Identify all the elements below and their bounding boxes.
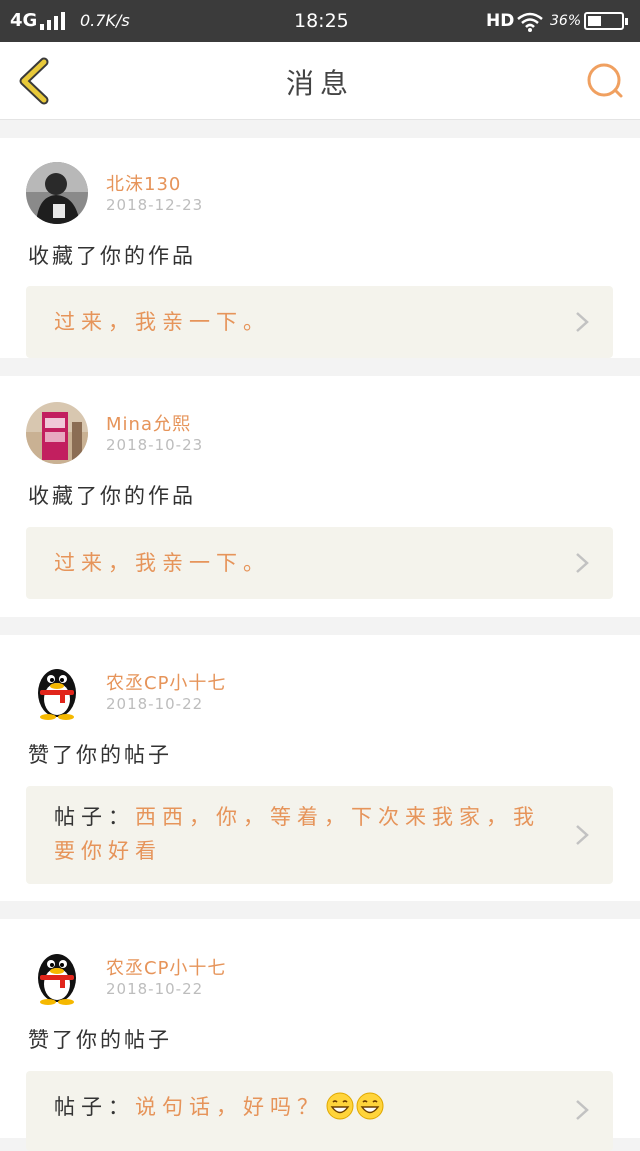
timestamp: 2018-10-22 <box>106 695 204 713</box>
message-card: Mina允熙 2018-10-23 收藏了你的作品 过来，我亲一下。 <box>0 376 640 617</box>
avatar[interactable] <box>26 402 88 464</box>
avatar[interactable] <box>26 162 88 224</box>
action-text: 收藏了你的作品 <box>28 484 196 508</box>
timestamp: 2018-10-22 <box>106 980 204 998</box>
chevron-right-icon <box>576 825 589 845</box>
quoted-content[interactable]: 过来，我亲一下。 <box>26 527 613 599</box>
signal-icon <box>40 12 68 30</box>
quote-text: 过来，我亲一下。 <box>54 551 270 575</box>
username[interactable]: 农丞CP小十七 <box>106 954 226 980</box>
carrier-label: 4G <box>10 10 38 31</box>
nav-bar: 消息 <box>0 42 640 120</box>
charging-icon: ⚡ <box>600 13 610 29</box>
battery-percent: 36% <box>550 13 582 29</box>
timestamp: 2018-10-23 <box>106 436 204 454</box>
net-speed: 0.7K/s <box>80 11 130 30</box>
chevron-right-icon <box>576 1100 589 1120</box>
message-card: 北沫130 2018-12-23 收藏了你的作品 过来，我亲一下。 <box>0 138 640 358</box>
quote-prefix: 帖子： <box>54 1095 135 1119</box>
search-icon[interactable] <box>584 60 626 102</box>
grinning-emoji-icon <box>326 1092 354 1120</box>
hd-indicator: HD <box>486 11 515 31</box>
quoted-content[interactable]: 帖子：说句话，好吗？ <box>26 1071 613 1151</box>
wifi-icon <box>517 12 543 32</box>
clock: 18:25 <box>294 10 349 32</box>
quoted-content[interactable]: 帖子：西西，你，等着，下次来我家，我要你好看 <box>26 786 613 884</box>
action-text: 赞了你的帖子 <box>28 1028 172 1052</box>
chevron-right-icon <box>576 553 589 573</box>
message-card: 农丞CP小十七 2018-10-22 赞了你的帖子 帖子：说句话，好吗？ <box>0 919 640 1151</box>
qq-penguin-icon[interactable] <box>26 659 88 721</box>
username[interactable]: 农丞CP小十七 <box>106 669 226 695</box>
quote-text: 过来，我亲一下。 <box>54 310 270 334</box>
status-bar: 4G 0.7K/s 18:25 HD 36% ⚡ <box>0 0 640 42</box>
page-title: 消息 <box>285 67 354 100</box>
username[interactable]: Mina允熙 <box>106 410 191 436</box>
action-text: 赞了你的帖子 <box>28 743 172 767</box>
quote-prefix: 帖子： <box>54 805 135 829</box>
qq-penguin-icon[interactable] <box>26 944 88 1006</box>
grinning-emoji-icon <box>356 1092 384 1120</box>
battery-icon: ⚡ <box>584 12 628 30</box>
quoted-content[interactable]: 过来，我亲一下。 <box>26 286 613 358</box>
username[interactable]: 北沫130 <box>106 170 181 196</box>
timestamp: 2018-12-23 <box>106 196 204 214</box>
action-text: 收藏了你的作品 <box>28 244 196 268</box>
message-card: 农丞CP小十七 2018-10-22 赞了你的帖子 帖子：西西，你，等着，下次来… <box>0 635 640 901</box>
chevron-right-icon <box>576 312 589 332</box>
quote-text: 说句话，好吗？ <box>135 1095 324 1119</box>
